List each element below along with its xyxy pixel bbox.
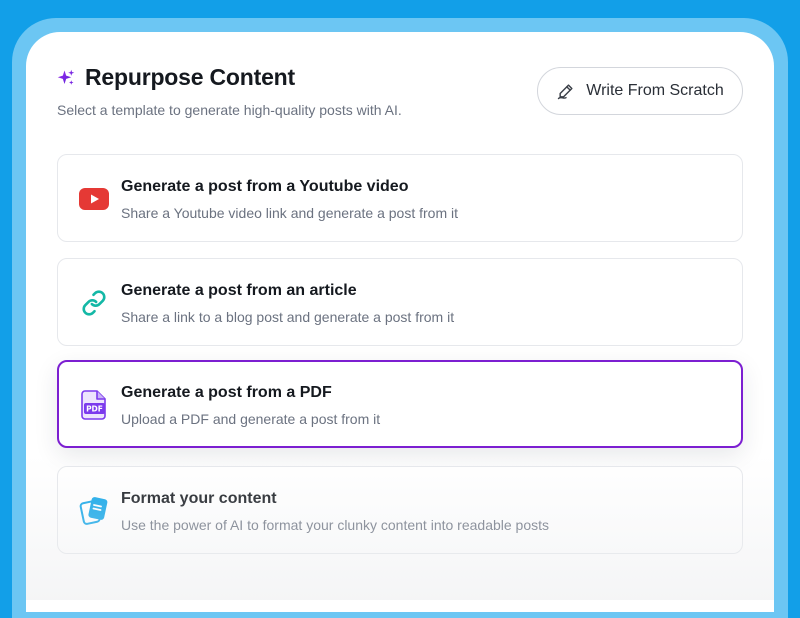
option-description: Share a Youtube video link and generate … [121, 205, 459, 221]
option-pdf[interactable]: PDF Generate a post from a PDF Upload a … [57, 360, 743, 448]
page-title: Repurpose Content [85, 64, 295, 90]
option-description: Use the power of AI to format your clunk… [121, 517, 550, 533]
option-youtube-video[interactable]: Generate a post from a Youtube video Sha… [57, 154, 743, 242]
pen-icon [556, 81, 576, 101]
svg-text:PDF: PDF [86, 405, 103, 414]
panel-header: Repurpose Content [57, 64, 295, 91]
option-title: Generate a post from a Youtube video [121, 178, 409, 195]
documents-icon [78, 495, 110, 527]
youtube-icon [78, 183, 110, 215]
option-title: Format your content [121, 490, 277, 507]
option-title: Generate a post from an article [121, 282, 357, 299]
write-from-scratch-button[interactable]: Write From Scratch [537, 67, 743, 115]
page-subtitle: Select a template to generate high-quali… [57, 102, 402, 118]
option-article[interactable]: Generate a post from an article Share a … [57, 258, 743, 346]
pdf-icon: PDF [78, 389, 110, 421]
option-title: Generate a post from a PDF [121, 384, 332, 401]
link-icon [78, 287, 110, 319]
option-description: Share a link to a blog post and generate… [121, 309, 455, 325]
write-from-scratch-label: Write From Scratch [586, 82, 724, 99]
option-description: Upload a PDF and generate a post from it [121, 411, 381, 427]
option-format-content[interactable]: Format your content Use the power of AI … [57, 466, 743, 554]
sparkles-icon [57, 69, 75, 87]
